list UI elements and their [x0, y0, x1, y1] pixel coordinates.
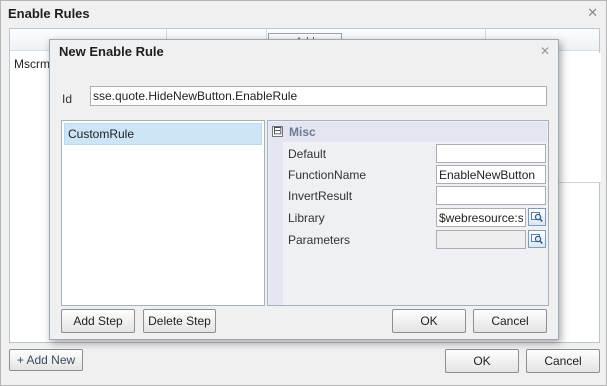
property-label: FunctionName [288, 168, 367, 182]
property-row-parameters: Parameters [283, 229, 548, 251]
id-field[interactable] [90, 86, 547, 106]
property-label: Parameters [288, 233, 351, 247]
add-step-button[interactable]: Add Step [61, 309, 135, 333]
lookup-icon[interactable] [528, 208, 546, 226]
cancel-button[interactable]: Cancel [526, 349, 600, 373]
new-enable-rule-title: New Enable Rule [59, 44, 164, 59]
ok-button[interactable]: OK [445, 349, 519, 373]
property-row-invertresult: InvertResult [283, 185, 548, 207]
lookup-icon[interactable] [528, 230, 546, 248]
property-category-label: Misc [289, 125, 316, 139]
new-enable-rule-dialog: New Enable Rule ✕ Id CustomRule ⊟ Misc D… [49, 39, 559, 340]
property-grid: ⊟ Misc Default FunctionName InvertResult… [267, 120, 549, 306]
collapse-icon[interactable]: ⊟ [272, 126, 283, 137]
delete-step-button[interactable]: Delete Step [143, 309, 216, 333]
close-icon[interactable]: ✕ [587, 5, 598, 21]
default-field[interactable] [436, 144, 546, 163]
property-grid-gutter [269, 142, 283, 305]
ok-button[interactable]: OK [392, 309, 466, 333]
add-new-button[interactable]: + Add New [9, 349, 83, 371]
invertresult-field[interactable] [436, 186, 546, 205]
steps-list: CustomRule [61, 120, 265, 306]
library-field[interactable] [436, 208, 526, 227]
property-row-library: Library [283, 207, 548, 229]
id-label: Id [62, 92, 73, 106]
parameters-field[interactable] [436, 230, 526, 249]
property-label: Library [288, 211, 325, 225]
list-item-customrule[interactable]: CustomRule [64, 123, 262, 145]
cancel-button[interactable]: Cancel [473, 309, 547, 333]
property-row-functionname: FunctionName [283, 164, 548, 186]
property-row-default: Default [283, 143, 548, 165]
property-label: InvertResult [288, 189, 353, 203]
property-label: Default [288, 147, 327, 161]
close-icon[interactable]: ✕ [540, 44, 550, 58]
enable-rules-title: Enable Rules [8, 6, 90, 21]
functionname-field[interactable] [436, 165, 546, 184]
property-category-misc: ⊟ Misc [269, 122, 547, 142]
